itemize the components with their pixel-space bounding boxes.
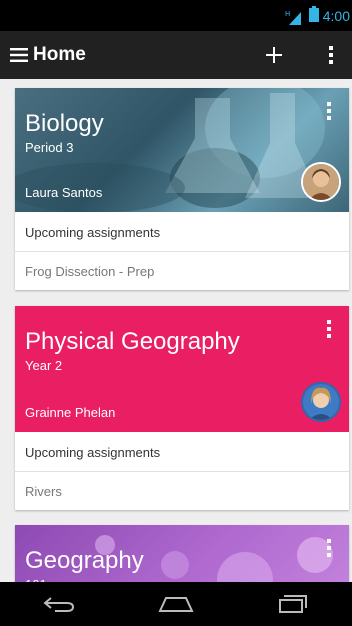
teacher-avatar: [301, 382, 341, 422]
battery-icon: [308, 5, 319, 26]
class-section: Year 2: [25, 358, 63, 373]
app-bar: Home: [0, 31, 352, 79]
teacher-avatar: [301, 162, 341, 202]
recent-apps-icon[interactable]: [273, 589, 313, 619]
add-icon[interactable]: [262, 43, 286, 67]
teacher-name: Laura Santos: [25, 185, 103, 200]
class-card-biology[interactable]: Biology Period 3 Laura Santos Upcoming a…: [15, 88, 349, 290]
upcoming-label: Upcoming assignments: [15, 432, 349, 472]
page-title: Home: [33, 44, 86, 65]
teacher-name: Grainne Phelan: [25, 405, 116, 420]
back-icon[interactable]: [39, 589, 79, 619]
class-card-header[interactable]: Geography 101: [15, 525, 349, 582]
system-nav-bar: [0, 582, 352, 626]
card-overflow-icon[interactable]: [326, 320, 332, 338]
class-card-header[interactable]: Biology Period 3 Laura Santos: [15, 88, 349, 212]
class-section: Period 3: [25, 140, 74, 155]
svg-text:H: H: [285, 10, 290, 18]
class-list[interactable]: Biology Period 3 Laura Santos Upcoming a…: [0, 79, 352, 582]
card-overflow-icon[interactable]: [326, 102, 332, 120]
upcoming-label: Upcoming assignments: [15, 212, 349, 252]
class-name: Physical Geography: [25, 328, 240, 355]
class-card-physical-geography[interactable]: Physical Geography Year 2 Grainne Phelan: [15, 306, 349, 510]
class-name: Geography: [25, 547, 144, 574]
assignment-item[interactable]: Rivers: [15, 472, 349, 510]
class-name: Biology: [25, 110, 104, 137]
assignment-item[interactable]: Frog Dissection - Prep: [15, 252, 349, 290]
card-overflow-icon[interactable]: [326, 539, 332, 557]
menu-icon[interactable]: [8, 45, 30, 65]
status-bar: H 4:00: [0, 0, 352, 31]
class-card-geography[interactable]: Geography 101: [15, 525, 349, 582]
signal-icon: H: [285, 7, 305, 25]
status-time: 4:00: [322, 7, 350, 24]
class-card-header[interactable]: Physical Geography Year 2 Grainne Phelan: [15, 306, 349, 432]
overflow-menu-icon[interactable]: [326, 43, 336, 67]
home-icon[interactable]: [156, 589, 196, 619]
